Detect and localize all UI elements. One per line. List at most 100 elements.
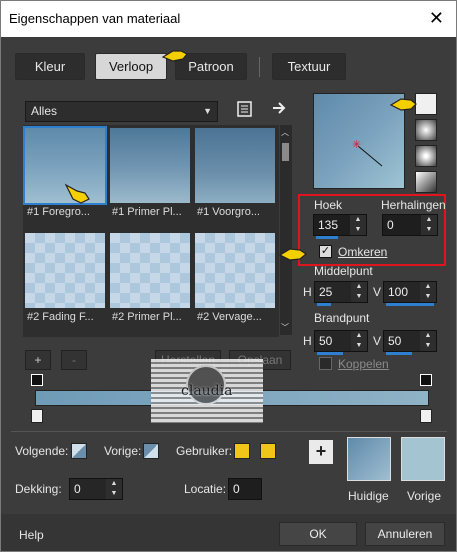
previous-label: Vorige bbox=[407, 489, 442, 503]
tab-verloop[interactable]: Verloop bbox=[95, 53, 167, 80]
gradient-item-label: #1 Voorgro... bbox=[197, 206, 260, 218]
repeats-value: 0 bbox=[387, 218, 394, 232]
tab-divider bbox=[259, 57, 260, 77]
location-value: 0 bbox=[233, 482, 240, 496]
chevron-up-icon[interactable]: ︿ bbox=[281, 127, 289, 138]
focal-v-bar bbox=[386, 352, 412, 355]
gradient-item[interactable]: #2 Primer Pl... bbox=[110, 233, 190, 323]
angle-stepper[interactable]: 135 ▲ ▼ bbox=[313, 214, 367, 239]
focal-v-stepper[interactable]: 50 ▲ ▼ bbox=[383, 330, 437, 355]
chevron-down-icon: ▼ bbox=[203, 106, 212, 116]
midpoint-v-value: 100 bbox=[388, 285, 409, 299]
gradient-thumbnail bbox=[110, 128, 190, 203]
style-rectangular-button[interactable] bbox=[415, 119, 437, 141]
link-checkbox[interactable] bbox=[319, 357, 332, 370]
style-radial-button[interactable] bbox=[415, 171, 437, 193]
pointer-hand-icon bbox=[389, 98, 417, 111]
gradient-item-label: #1 Foregro... bbox=[27, 206, 90, 218]
opacity-stepper[interactable]: 0 ▲ ▼ bbox=[69, 478, 123, 500]
section-divider bbox=[11, 431, 447, 432]
svg-text:✳: ✳ bbox=[352, 138, 361, 151]
library-icon[interactable] bbox=[236, 100, 254, 118]
pointer-hand-icon bbox=[64, 183, 90, 204]
focal-v-value: 50 bbox=[388, 334, 402, 348]
gradient-item-label: #2 Vervage... bbox=[197, 311, 262, 323]
stepper-arrows-icon[interactable]: ▲ ▼ bbox=[351, 282, 367, 302]
window-title: Eigenschappen van materiaal bbox=[9, 11, 181, 26]
gradient-item-label: #2 Primer Pl... bbox=[112, 311, 182, 323]
close-icon[interactable]: ✕ bbox=[429, 8, 444, 29]
midpoint-label: Middelpunt bbox=[314, 264, 373, 278]
angle-bar bbox=[316, 236, 338, 239]
stepper-arrows-icon[interactable]: ▲ ▼ bbox=[106, 479, 122, 499]
remove-gradient-button[interactable]: - bbox=[61, 350, 87, 370]
location-label: Locatie: bbox=[184, 482, 227, 496]
midpoint-h-stepper[interactable]: 25 ▲ ▼ bbox=[314, 281, 368, 306]
focal-label: Brandpunt bbox=[314, 311, 370, 325]
stepper-arrows-icon[interactable]: ▲ ▼ bbox=[420, 331, 436, 351]
help-link[interactable]: Help bbox=[19, 528, 44, 542]
tab-bar: Kleur Verloop Patroon Textuur bbox=[1, 51, 456, 81]
focal-h-value: 50 bbox=[319, 334, 333, 348]
ok-button[interactable]: OK bbox=[279, 522, 357, 546]
watermark-text: claudia bbox=[181, 383, 233, 399]
gradient-item-label: #2 Fading F... bbox=[27, 311, 94, 323]
prev-color-swatch[interactable] bbox=[143, 443, 159, 459]
next-color-swatch[interactable] bbox=[71, 443, 87, 459]
gradient-item[interactable]: #1 Primer Pl... bbox=[110, 128, 190, 218]
current-label: Huidige bbox=[348, 489, 389, 503]
start-stop-marker[interactable] bbox=[31, 374, 43, 386]
stepper-arrows-icon[interactable]: ▲ ▼ bbox=[421, 215, 437, 235]
midpoint-v-bar bbox=[386, 303, 434, 306]
location-field[interactable]: 0 bbox=[228, 478, 262, 500]
arrow-right-icon[interactable] bbox=[271, 100, 287, 116]
start-color-stop[interactable] bbox=[31, 409, 43, 423]
gradient-gallery: #1 Foregro... #1 Primer Pl... #1 Voorgro… bbox=[23, 125, 279, 337]
title-bar: Eigenschappen van materiaal ✕ bbox=[1, 1, 456, 37]
tab-kleur[interactable]: Kleur bbox=[15, 53, 85, 80]
focal-h-bar bbox=[317, 352, 343, 355]
gradient-item[interactable]: #2 Vervage... bbox=[195, 233, 275, 323]
opacity-value: 0 bbox=[74, 482, 81, 496]
end-color-stop[interactable] bbox=[420, 409, 432, 423]
angle-value: 135 bbox=[318, 218, 339, 232]
previous-swatch[interactable] bbox=[401, 437, 445, 481]
style-sunburst-button[interactable] bbox=[415, 145, 437, 167]
category-select[interactable]: Alles ▼ bbox=[25, 101, 218, 122]
repeats-label: Herhalingen bbox=[381, 198, 446, 212]
stepper-arrows-icon[interactable]: ▲ ▼ bbox=[350, 215, 366, 235]
mid-h-label: H bbox=[303, 285, 312, 299]
chevron-down-icon[interactable]: ﹀ bbox=[281, 322, 289, 333]
gradient-thumbnail bbox=[110, 233, 190, 308]
stepper-arrows-icon[interactable]: ▲ ▼ bbox=[351, 331, 367, 351]
midpoint-v-stepper[interactable]: 100 ▲ ▼ bbox=[383, 281, 437, 306]
gradient-thumbnail bbox=[195, 128, 275, 203]
repeats-stepper[interactable]: 0 ▲ ▼ bbox=[382, 214, 438, 236]
stepper-arrows-icon[interactable]: ▲ ▼ bbox=[420, 282, 436, 302]
gradient-thumbnail bbox=[195, 233, 275, 308]
scrollbar-thumb[interactable] bbox=[282, 143, 289, 161]
next-label: Volgende: bbox=[15, 444, 69, 458]
midpoint-h-bar bbox=[317, 303, 331, 306]
focal-h-stepper[interactable]: 50 ▲ ▼ bbox=[314, 330, 368, 355]
add-gradient-button[interactable]: + bbox=[25, 350, 51, 370]
gradient-item[interactable]: #1 Voorgro... bbox=[195, 128, 275, 218]
current-swatch[interactable] bbox=[347, 437, 391, 481]
opacity-label: Dekking: bbox=[15, 482, 62, 496]
tab-textuur[interactable]: Textuur bbox=[272, 53, 346, 80]
focal-v-label: V bbox=[373, 334, 382, 348]
invert-checkbox[interactable]: ✓ bbox=[319, 245, 332, 258]
add-color-button[interactable]: + bbox=[309, 440, 333, 464]
end-stop-marker[interactable] bbox=[420, 374, 432, 386]
cancel-button[interactable]: Annuleren bbox=[365, 522, 445, 546]
gradient-item[interactable]: #2 Fading F... bbox=[25, 233, 105, 323]
gallery-scrollbar[interactable]: ︿ ﹀ bbox=[280, 125, 292, 335]
mid-v-label: V bbox=[373, 285, 382, 299]
prev-label: Vorige: bbox=[104, 444, 142, 458]
user-color-swatch-2[interactable] bbox=[260, 443, 276, 459]
focal-h-label: H bbox=[303, 334, 312, 348]
material-properties-dialog: Eigenschappen van materiaal ✕ Kleur Verl… bbox=[0, 0, 457, 552]
angle-label: Hoek bbox=[314, 198, 343, 212]
gradient-thumbnail bbox=[25, 233, 105, 308]
user-color-swatch[interactable] bbox=[234, 443, 250, 459]
